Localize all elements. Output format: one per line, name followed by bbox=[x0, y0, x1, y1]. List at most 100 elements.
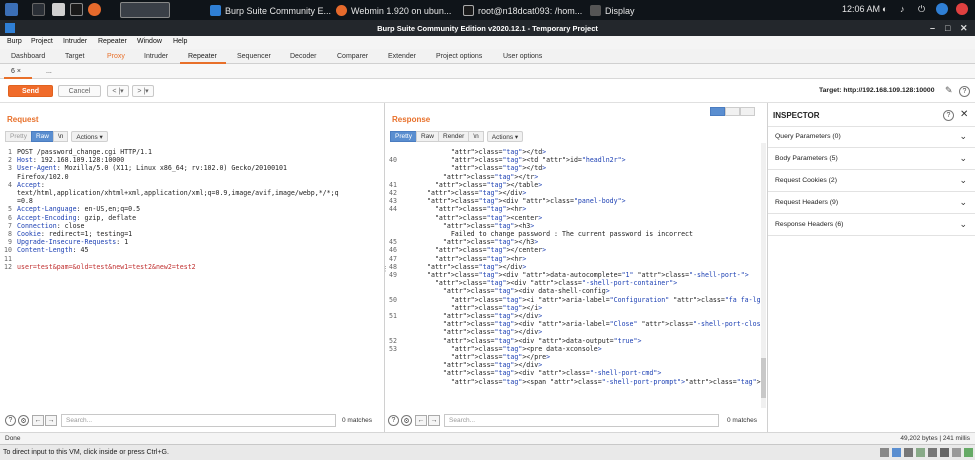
tab-intruder[interactable]: Intruder bbox=[144, 53, 168, 60]
menu-help[interactable]: Help bbox=[173, 38, 187, 45]
response-view-raw[interactable]: Raw bbox=[415, 131, 439, 142]
layout-stacked-icon[interactable] bbox=[725, 107, 740, 116]
tab-user-options[interactable]: User options bbox=[503, 53, 542, 60]
taskbar-app-burp[interactable]: Burp Suite Community E... bbox=[210, 3, 331, 18]
host-key-icon[interactable] bbox=[964, 448, 973, 457]
response-actions-button[interactable]: Actions ▾ bbox=[486, 131, 524, 142]
header-value: Firefox/102.0 bbox=[17, 172, 69, 181]
request-prev-match-icon[interactable]: ← bbox=[32, 415, 44, 426]
tab-proxy[interactable]: Proxy bbox=[107, 53, 125, 60]
request-editor[interactable]: POST /password_change.cgi HTTP/1.1 Host: … bbox=[17, 148, 382, 408]
edit-target-icon[interactable]: ✎ bbox=[945, 85, 953, 96]
inspector-section-request-headers[interactable]: Request Headers (9) ⌄ bbox=[768, 192, 975, 214]
usb-icon[interactable] bbox=[904, 448, 913, 457]
response-scrollbar[interactable] bbox=[761, 143, 766, 408]
request-view-newline[interactable]: \n bbox=[53, 131, 69, 142]
tab-extender[interactable]: Extender bbox=[388, 53, 416, 60]
response-title: Response bbox=[392, 115, 431, 124]
notification-icon[interactable]: ◐ bbox=[882, 4, 887, 14]
response-next-match-icon[interactable]: → bbox=[428, 415, 440, 426]
response-view-render[interactable]: Render bbox=[438, 131, 470, 142]
request-actions-button[interactable]: Actions ▾ bbox=[71, 131, 108, 142]
response-matches-count: 0 matches bbox=[727, 417, 757, 424]
logout-icon[interactable] bbox=[956, 3, 968, 15]
inspector-section-request-cookies[interactable]: Request Cookies (2) ⌄ bbox=[768, 170, 975, 192]
inspector-panel: INSPECTOR ? ✕ Query Parameters (0) ⌄ Bod… bbox=[767, 103, 975, 432]
maximize-icon[interactable]: □ bbox=[945, 23, 950, 33]
recording-icon[interactable] bbox=[940, 448, 949, 457]
send-button[interactable]: Send bbox=[8, 85, 53, 97]
tab-sequencer[interactable]: Sequencer bbox=[237, 53, 271, 60]
layout-side-by-side-icon[interactable] bbox=[710, 107, 725, 116]
response-view-pretty[interactable]: Pretty bbox=[390, 131, 417, 142]
header-key: Accept bbox=[17, 180, 41, 189]
taskbar-app-display[interactable]: Display bbox=[590, 3, 635, 18]
request-next-match-icon[interactable]: → bbox=[45, 415, 57, 426]
minimize-icon[interactable]: – bbox=[930, 23, 935, 33]
tab-repeater[interactable]: Repeater bbox=[188, 53, 217, 60]
inspector-help-icon[interactable]: ? bbox=[943, 110, 954, 121]
response-view-newline[interactable]: \n bbox=[468, 131, 484, 142]
help-icon[interactable]: ? bbox=[959, 86, 970, 97]
cancel-button[interactable]: Cancel bbox=[58, 85, 101, 97]
clock[interactable]: 12:06 AM bbox=[842, 4, 880, 14]
inspector-section-body-params[interactable]: Body Parameters (5) ⌄ bbox=[768, 148, 975, 170]
tab-decoder[interactable]: Decoder bbox=[290, 53, 316, 60]
firefox-icon[interactable] bbox=[88, 3, 101, 16]
files-icon[interactable] bbox=[52, 3, 65, 16]
response-line: "attr">class="tag"><div "attr">class="pa… bbox=[427, 197, 626, 206]
terminal-icon[interactable] bbox=[70, 3, 83, 16]
request-view-raw[interactable]: Raw bbox=[30, 131, 54, 142]
hdd-icon[interactable] bbox=[880, 448, 889, 457]
workspace-switcher[interactable] bbox=[120, 2, 170, 18]
network-icon[interactable] bbox=[892, 448, 901, 457]
response-line: "attr">class="tag"></i> bbox=[450, 303, 543, 312]
response-line: "attr">class="tag"></td> bbox=[450, 164, 547, 173]
repeater-tab-6[interactable]: 6 × bbox=[11, 68, 21, 75]
show-desktop-icon[interactable] bbox=[32, 3, 45, 16]
display-icon[interactable] bbox=[928, 448, 937, 457]
response-settings-icon[interactable]: ⚙ bbox=[401, 415, 412, 426]
response-editor[interactable]: "attr">class="tag"></td> "attr">class="t… bbox=[427, 148, 762, 410]
tab-project-options[interactable]: Project options bbox=[436, 53, 482, 60]
back-button[interactable]: < |▾ bbox=[107, 85, 129, 97]
bell-icon[interactable]: ♪ bbox=[900, 4, 905, 14]
request-view-pretty[interactable]: Pretty bbox=[5, 131, 32, 142]
new-repeater-tab[interactable]: ... bbox=[46, 68, 52, 75]
header-key: Host bbox=[17, 156, 33, 165]
request-settings-icon[interactable]: ⚙ bbox=[18, 415, 29, 426]
menu-project[interactable]: Project bbox=[31, 38, 53, 45]
mouse-icon[interactable] bbox=[952, 448, 961, 457]
power-icon[interactable]: ⏻ bbox=[918, 4, 925, 15]
kali-menu-icon[interactable] bbox=[5, 3, 18, 16]
taskbar-app-webmin[interactable]: Webmin 1.920 on ubun... bbox=[336, 3, 451, 18]
forward-button[interactable]: > |▾ bbox=[132, 85, 154, 97]
response-prev-match-icon[interactable]: ← bbox=[415, 415, 427, 426]
request-help-icon[interactable]: ? bbox=[5, 415, 16, 426]
response-view-toggle: Pretty Raw Render \n Actions ▾ bbox=[390, 131, 524, 142]
taskbar-app-terminal[interactable]: root@n18dcat093: /hom... bbox=[463, 3, 582, 18]
close-icon[interactable]: ✕ bbox=[960, 23, 968, 34]
request-line: =0.8 bbox=[17, 197, 382, 205]
response-line: "attr">class="tag"><div "attr">data-auto… bbox=[427, 271, 749, 280]
inspector-section-query-params[interactable]: Query Parameters (0) ⌄ bbox=[768, 126, 975, 148]
menu-intruder[interactable]: Intruder bbox=[63, 38, 87, 45]
response-help-icon[interactable]: ? bbox=[388, 415, 399, 426]
menu-burp[interactable]: Burp bbox=[7, 38, 22, 45]
menu-window[interactable]: Window bbox=[137, 38, 162, 45]
inspector-close-icon[interactable]: ✕ bbox=[960, 109, 968, 120]
response-line: "attr">class="tag"><span "attr">class="-… bbox=[450, 377, 762, 386]
inspector-section-response-headers[interactable]: Response Headers (6) ⌄ bbox=[768, 214, 975, 236]
response-scrollbar-thumb[interactable] bbox=[761, 358, 766, 398]
repeater-toolbar: Send Cancel < |▾ > |▾ Target: http://192… bbox=[0, 79, 975, 103]
tab-comparer[interactable]: Comparer bbox=[337, 53, 368, 60]
tab-target[interactable]: Target bbox=[65, 53, 84, 60]
layout-tabs-icon[interactable] bbox=[740, 107, 755, 116]
request-search-input[interactable]: Search... bbox=[61, 414, 336, 427]
tab-dashboard[interactable]: Dashboard bbox=[11, 53, 45, 60]
lock-screen-icon[interactable] bbox=[936, 3, 948, 15]
shared-folder-icon[interactable] bbox=[916, 448, 925, 457]
menu-repeater[interactable]: Repeater bbox=[98, 38, 127, 45]
section-label: Response Headers (6) bbox=[775, 221, 844, 228]
response-search-input[interactable]: Search... bbox=[444, 414, 719, 427]
